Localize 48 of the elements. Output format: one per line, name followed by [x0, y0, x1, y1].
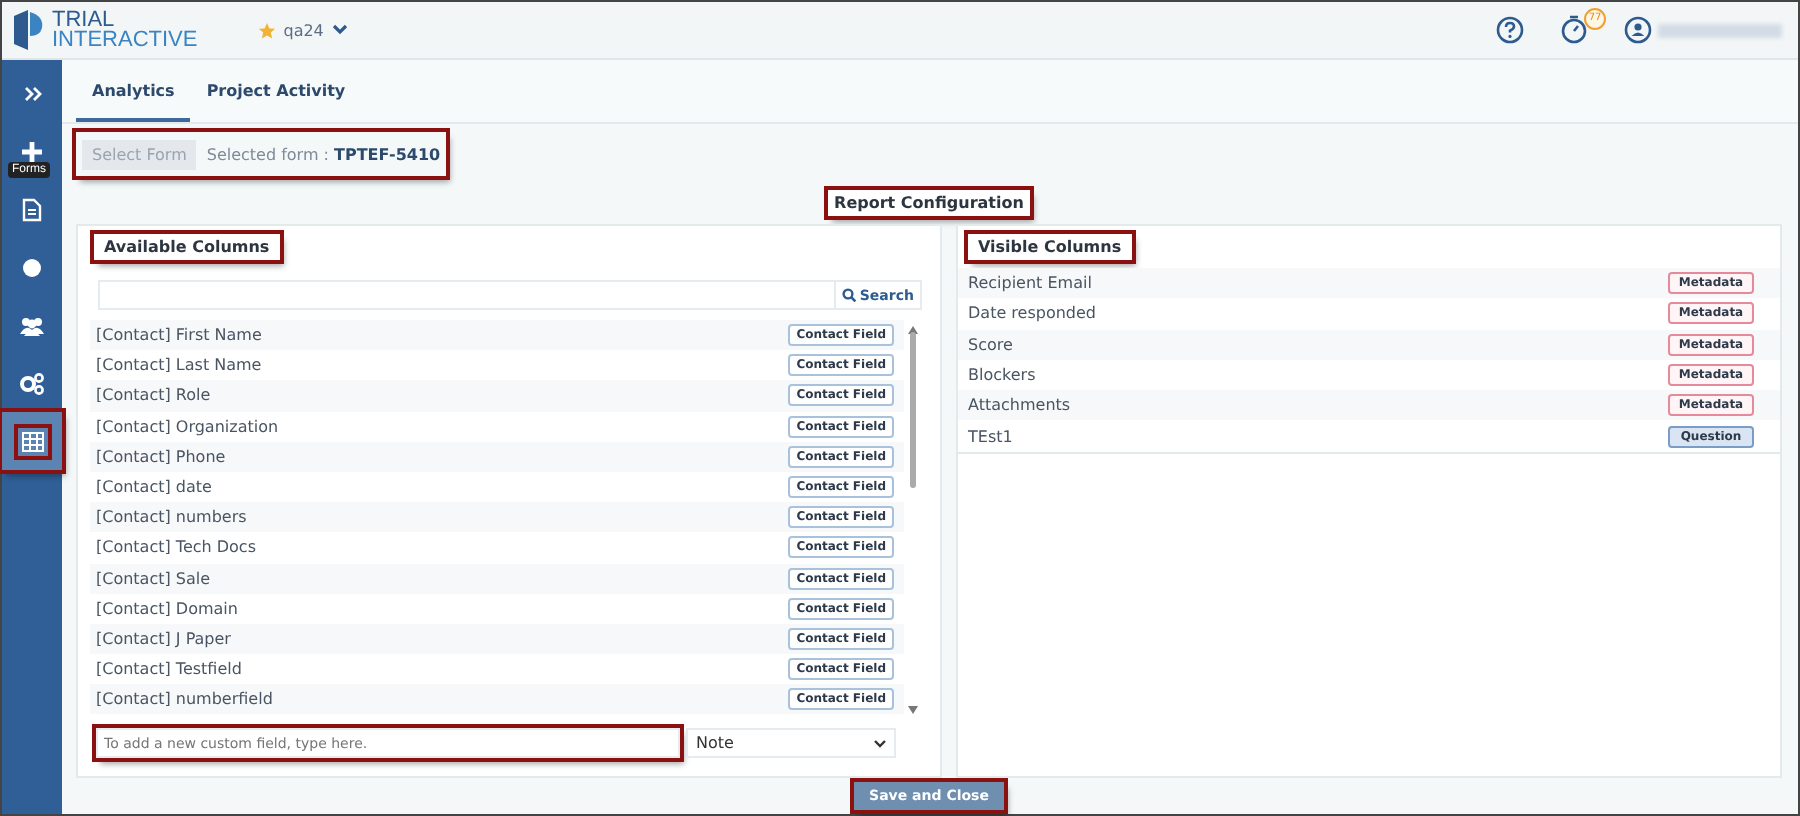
circle-icon [22, 257, 42, 277]
stopwatch-icon[interactable] [1560, 13, 1588, 43]
column-name: Recipient Email [968, 274, 1092, 293]
panel-title: Visible Columns [968, 234, 1132, 260]
scrollbar-thumb[interactable] [910, 332, 916, 488]
logo-text: TRIAL [52, 10, 115, 30]
column-name: [Contact] Last Name [96, 356, 262, 375]
column-name: [Contact] numberfield [96, 690, 273, 709]
column-name: Attachments [968, 396, 1071, 415]
search-icon [841, 288, 856, 302]
column-name: Date responded [968, 304, 1096, 323]
column-name: [Contact] Phone [96, 447, 226, 466]
column-name: [Contact] Sale [96, 569, 211, 588]
help-icon[interactable] [1496, 16, 1524, 44]
column-name: [Contact] date [96, 478, 212, 497]
section-title: Report Configuration [828, 189, 1030, 215]
column-name: Blockers [968, 366, 1036, 385]
star-icon [257, 21, 276, 39]
column-name: TEst1 [968, 427, 1013, 446]
double-chevron-icon [23, 85, 41, 101]
logo-text: INTERACTIVE [52, 30, 198, 50]
column-name: [Contact] Testfield [96, 660, 242, 679]
selected-form-text: Selected form : TPTEF-5410 [206, 145, 441, 163]
column-name: [Contact] Organization [96, 417, 279, 436]
type-dropdown[interactable]: Note [686, 728, 896, 758]
document-icon [22, 197, 42, 221]
column-name: [Contact] J Paper [96, 629, 231, 648]
chevron-down-icon [874, 739, 886, 747]
column-name: [Contact] Tech Docs [96, 538, 256, 557]
project-name[interactable]: qa24 [283, 21, 324, 39]
search-field[interactable] [98, 280, 834, 310]
scroll-down-icon[interactable] [908, 706, 918, 714]
tab[interactable]: Project Activity [190, 82, 362, 122]
column-name: [Contact] First Name [96, 326, 262, 345]
logo-icon [10, 8, 46, 52]
blurred-username [1658, 23, 1782, 37]
user-avatar-icon[interactable] [1624, 16, 1652, 44]
users-icon [20, 315, 44, 335]
chevron-down-icon[interactable] [331, 24, 348, 36]
tab[interactable]: Analytics [76, 82, 191, 122]
sidebar-item[interactable] [2, 412, 62, 470]
panel-title: Available Columns [94, 234, 280, 260]
column-name: Score [968, 335, 1013, 354]
column-name: [Contact] Domain [96, 599, 238, 618]
column-name: [Contact] Role [96, 386, 211, 405]
gears-icon [20, 371, 44, 395]
plus-icon [22, 141, 42, 161]
column-name: [Contact] numbers [96, 508, 247, 527]
